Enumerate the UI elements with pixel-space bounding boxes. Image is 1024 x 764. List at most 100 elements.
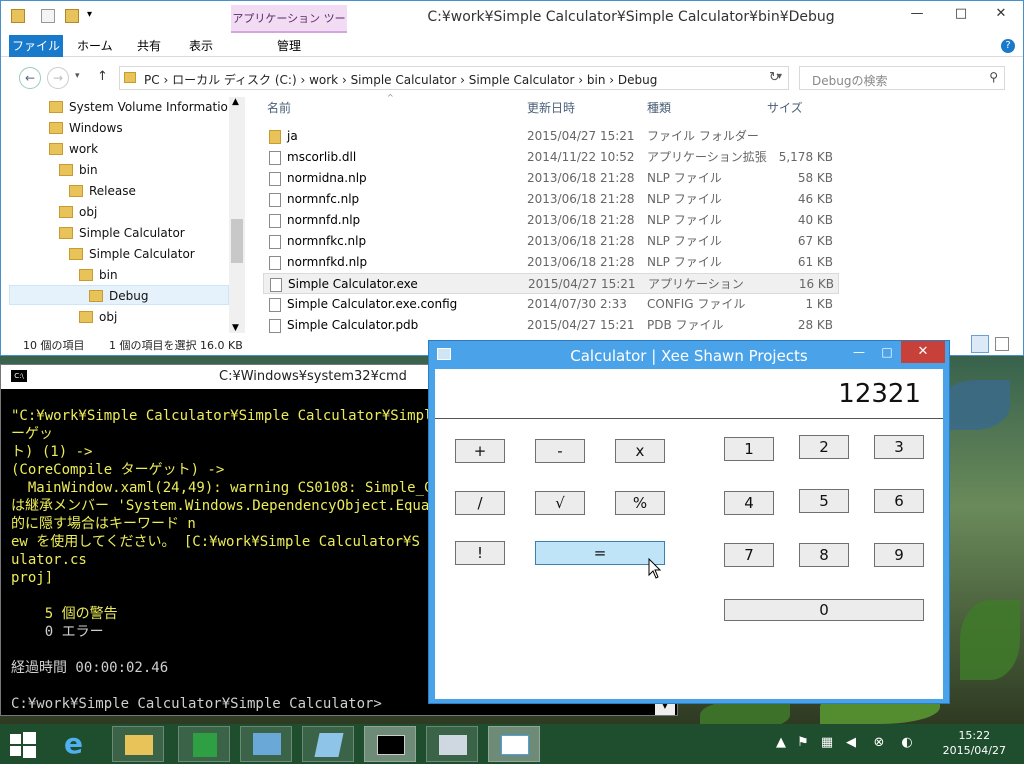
file-row[interactable]: mscorlib.dll 2014/11/22 10:52 アプリケーション拡張 5,…	[263, 147, 839, 168]
multiply-button[interactable]: x	[615, 439, 665, 463]
taskbar-performance[interactable]	[426, 726, 478, 762]
file-row[interactable]: normidna.nlp 2013/06/18 21:28 NLP ファイル 58 K…	[263, 168, 839, 189]
file-row[interactable]: normnfkd.nlp 2013/06/18 21:28 NLP ファイル 61 K…	[263, 252, 839, 273]
digit-4-button[interactable]: 4	[724, 491, 774, 515]
column-header-size[interactable]: サイズ	[767, 97, 803, 119]
digit-9-button[interactable]: 9	[874, 543, 924, 567]
maximize-button[interactable]: □	[945, 3, 977, 25]
digit-2-button[interactable]: 2	[799, 435, 849, 459]
taskbar-calculator[interactable]	[488, 726, 540, 762]
file-row[interactable]: normnfd.nlp 2013/06/18 21:28 NLP ファイル 40 KB	[263, 210, 839, 231]
address-bar[interactable]: PC › ローカル ディスク (C:) › work › Simple Calc…	[119, 66, 789, 90]
breadcrumb-local-disk[interactable]: ローカル ディスク (C:)	[172, 73, 297, 87]
quick-access-dropdown-icon[interactable]: ▾	[87, 9, 92, 20]
taskbar-command-prompt[interactable]	[364, 726, 416, 762]
windows-start-icon[interactable]	[10, 732, 36, 758]
taskbar-visual-studio[interactable]	[302, 726, 354, 762]
navigation-scrollbar[interactable]: ▲ ▼	[229, 97, 245, 333]
internet-explorer-icon[interactable]: e	[64, 730, 100, 758]
tree-item[interactable]: Release	[69, 181, 136, 201]
refresh-icon[interactable]: ↻	[769, 70, 780, 85]
breadcrumb-work[interactable]: work	[309, 73, 338, 87]
digit-6-button[interactable]: 6	[874, 489, 924, 513]
divide-button[interactable]: /	[455, 491, 505, 515]
scroll-up-icon[interactable]: ▲	[232, 97, 239, 107]
minimize-button[interactable]: —	[845, 345, 873, 365]
navigation-pane[interactable]: System Volume Informatio Windows work bin Re…	[9, 97, 245, 333]
details-view-icon[interactable]	[971, 335, 989, 353]
maximize-button[interactable]: □	[873, 345, 901, 365]
taskbar-clock[interactable]: 15:22 2015/04/27	[943, 728, 1006, 758]
equals-button[interactable]: =	[535, 541, 665, 565]
volume-icon[interactable]: ◀	[842, 734, 860, 752]
tab-view[interactable]: 表示	[177, 37, 225, 57]
file-row[interactable]: normnfc.nlp 2013/06/18 21:28 NLP ファイル 46 KB	[263, 189, 839, 210]
up-arrow-icon[interactable]: ↑	[97, 69, 108, 84]
taskbar-file-explorer[interactable]	[112, 726, 164, 762]
file-row[interactable]: Simple Calculator.pdb 2015/04/27 15:21 PDB…	[263, 315, 839, 336]
tree-item[interactable]: obj	[79, 307, 117, 327]
recent-locations-icon[interactable]: ▾	[75, 71, 80, 81]
percent-button[interactable]: %	[615, 491, 665, 515]
ime-icon[interactable]: ◐	[898, 734, 916, 752]
forward-icon[interactable]: →	[47, 67, 69, 89]
digit-8-button[interactable]: 8	[799, 543, 849, 567]
file-row[interactable]: normnfkc.nlp 2013/06/18 21:28 NLP ファイル 67 K…	[263, 231, 839, 252]
scrollbar-thumb[interactable]	[231, 219, 243, 263]
close-button[interactable]: ✕	[901, 341, 945, 363]
properties-icon[interactable]	[41, 9, 55, 23]
digit-5-button[interactable]: 5	[799, 489, 849, 513]
scroll-down-icon[interactable]: ▼	[232, 323, 239, 333]
digit-7-button[interactable]: 7	[724, 543, 774, 567]
taskbar-control-panel[interactable]	[240, 726, 292, 762]
breadcrumb[interactable]: PC › ローカル ディスク (C:) › work › Simple Calc…	[144, 71, 657, 88]
file-row[interactable]: ja 2015/04/27 15:21 ファイル フォルダー	[263, 126, 839, 147]
tree-item[interactable]: obj	[59, 202, 97, 222]
minimize-button[interactable]: —	[901, 3, 933, 25]
application-tools-context-tab[interactable]: アプリケーション ツール	[231, 5, 347, 53]
large-icons-view-icon[interactable]	[995, 337, 1009, 351]
tab-share[interactable]: 共有	[125, 37, 173, 57]
breadcrumb-pc[interactable]: PC	[144, 73, 160, 87]
digit-3-button[interactable]: 3	[874, 435, 924, 459]
action-center-icon[interactable]: ⊗	[870, 734, 888, 752]
column-header-type[interactable]: 種類	[647, 97, 671, 119]
breadcrumb-simple-calculator[interactable]: Simple Calculator	[351, 73, 457, 87]
breadcrumb-simple-calculator-2[interactable]: Simple Calculator	[469, 73, 575, 87]
digit-1-button[interactable]: 1	[724, 437, 774, 461]
tree-item[interactable]: Windows	[49, 118, 123, 138]
square-root-button[interactable]: √	[535, 491, 585, 515]
plus-button[interactable]: +	[455, 439, 505, 463]
back-icon[interactable]: ←	[19, 67, 41, 89]
taskbar-store[interactable]	[178, 726, 230, 762]
close-button[interactable]: ✕	[985, 3, 1017, 25]
factorial-button[interactable]: !	[455, 541, 505, 565]
calculator-title-bar[interactable]: Calculator | Xee Shawn Projects — □ ✕	[429, 341, 949, 369]
search-input[interactable]: Debugの検索 ⚲	[799, 66, 1005, 90]
new-folder-icon[interactable]	[65, 9, 79, 23]
tree-item[interactable]: bin	[79, 265, 118, 285]
show-hidden-icons[interactable]: ▲	[772, 734, 790, 752]
search-icon[interactable]: ⚲	[989, 70, 998, 84]
minus-button[interactable]: -	[535, 439, 585, 463]
flag-icon[interactable]: ⚑	[794, 734, 812, 752]
digit-0-button[interactable]: 0	[724, 599, 924, 621]
breadcrumb-debug[interactable]: Debug	[618, 73, 657, 87]
help-icon[interactable]: ?	[1001, 39, 1015, 53]
tab-manage[interactable]: 管理	[265, 37, 313, 57]
tree-item[interactable]: System Volume Informatio	[49, 97, 228, 117]
tree-item[interactable]: Simple Calculator	[69, 244, 195, 264]
breadcrumb-bin[interactable]: bin	[587, 73, 606, 87]
column-header-name[interactable]: 名前	[267, 97, 291, 119]
file-row[interactable]: Simple Calculator.exe 2015/04/27 15:21 アプリ…	[263, 273, 839, 294]
explorer-title-bar[interactable]: ▾ アプリケーション ツール C:¥work¥Simple Calculator…	[1, 1, 1023, 53]
tab-home[interactable]: ホーム	[65, 37, 125, 57]
tab-file[interactable]: ファイル	[9, 35, 63, 57]
cmd-output[interactable]: "C:¥work¥Simple Calculator¥Simple Calcul…	[11, 407, 431, 717]
tree-item[interactable]: bin	[59, 160, 98, 180]
tree-item[interactable]: Debug	[89, 286, 148, 306]
network-icon[interactable]: ▦	[818, 734, 836, 752]
column-header-date[interactable]: 更新日時	[527, 97, 575, 119]
tree-item[interactable]: Simple Calculator	[59, 223, 185, 243]
tree-item[interactable]: work	[49, 139, 98, 159]
